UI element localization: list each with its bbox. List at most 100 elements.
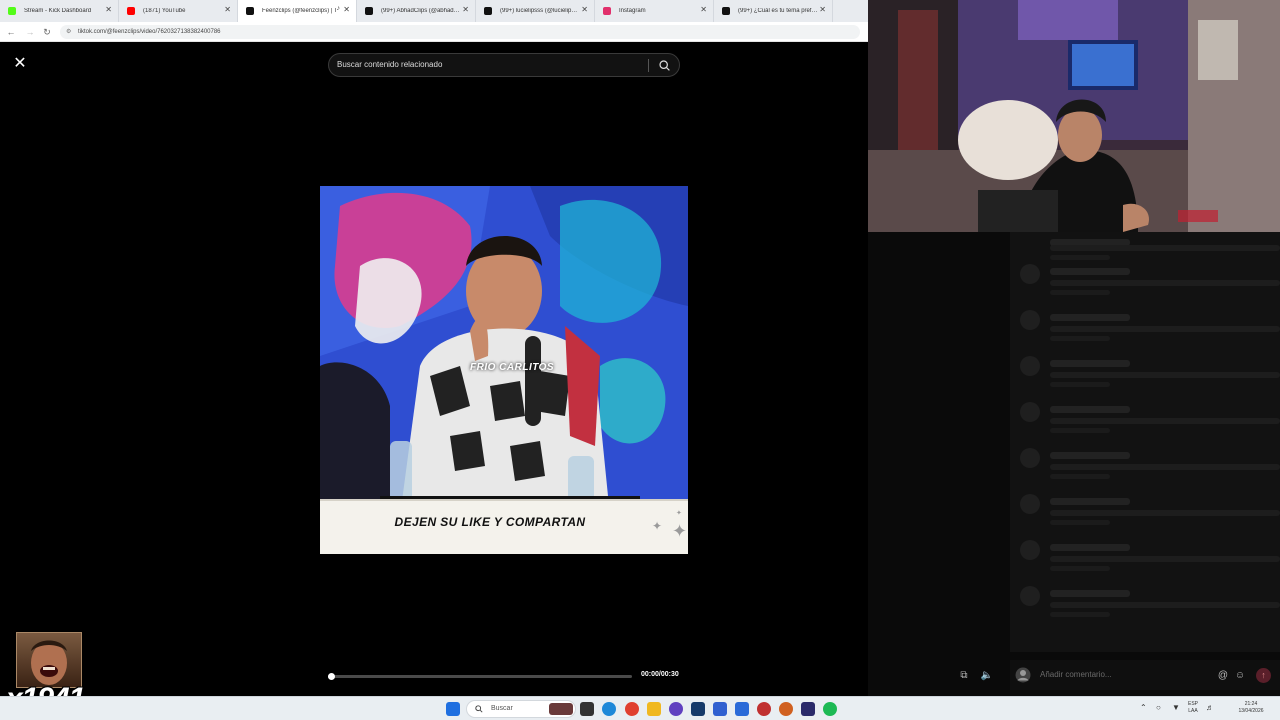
comment-skeleton <box>1020 540 1280 576</box>
browser-tab[interactable]: (99+) AbhadClips (@abhadclip ✕ <box>357 0 476 22</box>
taskbar-search[interactable]: Buscar <box>466 700 576 718</box>
search-icon[interactable] <box>658 59 671 72</box>
skeleton-line <box>1050 498 1130 505</box>
tab-close-icon[interactable]: ✕ <box>581 5 588 14</box>
skeleton-line <box>1050 245 1280 251</box>
avatar-placeholder <box>1020 402 1040 422</box>
post-comment-button[interactable]: ↑ <box>1256 668 1271 683</box>
windows-taskbar: Buscar ⌃ ○ ▼ ESP LAA ♬ 21:24 13/04/2026 <box>0 696 1280 720</box>
skeleton-line <box>1050 474 1110 479</box>
skeleton-line <box>1050 510 1280 516</box>
url-field[interactable]: ⚙ tiktok.com/@feenzclips/video/762032713… <box>60 25 860 39</box>
avatar-placeholder <box>1020 310 1040 330</box>
tab-close-icon[interactable]: ✕ <box>343 5 350 14</box>
video-progress-bar[interactable] <box>328 673 632 680</box>
reload-icon[interactable]: ↻ <box>41 26 53 38</box>
skeleton-line <box>1050 255 1110 260</box>
tab-close-icon[interactable]: ✕ <box>224 5 231 14</box>
skeleton-line <box>1050 428 1110 433</box>
comments-panel <box>1010 232 1280 652</box>
edge-icon[interactable] <box>602 702 616 716</box>
skeleton-line <box>1050 520 1110 525</box>
store-icon[interactable] <box>713 702 727 716</box>
site-info-icon[interactable]: ⚙ <box>66 28 74 36</box>
taskbar-search-label: Buscar <box>491 705 513 712</box>
forward-icon[interactable]: → <box>24 26 36 38</box>
webcam-overlay <box>868 0 1280 232</box>
tray-chevron-icon[interactable]: ⌃ <box>1140 704 1147 712</box>
obs-icon[interactable] <box>801 702 815 716</box>
emote-sticker <box>16 632 82 688</box>
screen: Stream - Kick Dashboard ✕ (1871) YouTube ✕ F… <box>0 0 1280 720</box>
browser-tab[interactable]: Stream - Kick Dashboard ✕ <box>0 0 119 22</box>
volume-icon[interactable]: 🔈 <box>979 668 995 684</box>
network-icon[interactable]: ○ <box>1156 704 1161 712</box>
windows-start-icon[interactable] <box>446 702 460 716</box>
picture-in-picture-icon[interactable]: ⧉ <box>956 668 972 684</box>
tab-label: Feenzclips (@feenzclips) | T <box>262 8 338 14</box>
tab-close-icon[interactable]: ✕ <box>700 5 707 14</box>
comment-skeleton <box>1020 310 1280 346</box>
browser-tab[interactable]: Instagram ✕ <box>595 0 714 22</box>
tab-audio-icon[interactable]: ♪ <box>337 5 341 12</box>
skeleton-line <box>1050 326 1280 332</box>
clock[interactable]: 21:24 13/04/2026 <box>1236 701 1266 715</box>
tab-close-icon[interactable]: ✕ <box>462 5 469 14</box>
skeleton-line <box>1050 452 1130 459</box>
browser-tab[interactable]: (1871) YouTube ✕ <box>119 0 238 22</box>
skeleton-line <box>1050 612 1110 617</box>
close-icon[interactable]: ✕ <box>10 54 30 74</box>
tiktok-icon <box>365 7 373 15</box>
skeleton-line <box>1050 406 1130 413</box>
video-player[interactable]: FRIO CARLITOS DEJEN SU LIKE Y COMPARTAN … <box>320 186 688 554</box>
skeleton-line <box>1050 336 1110 341</box>
speaker-icon[interactable]: ♬ <box>1206 704 1214 712</box>
tab-label: Stream - Kick Dashboard <box>24 8 92 14</box>
skeleton-line <box>1050 418 1280 424</box>
clock-time: 21:24 <box>1244 701 1258 707</box>
skeleton-line <box>1050 280 1280 286</box>
language-indicator[interactable]: ESP LAA <box>1186 701 1200 715</box>
language-label: ESP <box>1187 701 1198 707</box>
file-explorer-icon[interactable] <box>647 702 661 716</box>
skeleton-line <box>1050 602 1280 608</box>
sparkle-icon: ✦ <box>672 521 688 541</box>
mention-icon[interactable]: @ <box>1215 668 1231 684</box>
search-input[interactable]: Buscar contenido relacionado <box>328 53 680 77</box>
video-caption-name: FRIO CARLITOS <box>470 362 555 373</box>
tiktok-icon <box>722 7 730 15</box>
tab-close-icon[interactable]: ✕ <box>819 5 826 14</box>
sparkle-icon: ✦ <box>676 510 682 517</box>
banner-text: DEJEN SU LIKE Y COMPARTAN <box>394 515 586 529</box>
tiktok-icon <box>484 7 492 15</box>
task-view-icon[interactable] <box>580 702 594 716</box>
video-timecode: 00:00/00:30 <box>641 671 679 678</box>
skeleton-line <box>1050 372 1280 378</box>
skeleton-line <box>1050 268 1130 275</box>
search-divider <box>648 59 649 72</box>
wifi-icon[interactable]: ▼ <box>1172 704 1180 712</box>
browser-tab[interactable]: (99+) lucielipsss (@lucielipsss) ✕ <box>476 0 595 22</box>
tab-label: (1871) YouTube <box>143 8 186 14</box>
calculator-icon[interactable] <box>735 702 749 716</box>
spotify-icon[interactable] <box>823 702 837 716</box>
avatar-placeholder <box>1020 586 1040 606</box>
app-icon[interactable] <box>779 702 793 716</box>
address-bar: ← → ↻ ⚙ tiktok.com/@feenzclips/video/762… <box>0 22 868 42</box>
back-icon[interactable]: ← <box>5 26 17 38</box>
discord-icon[interactable] <box>669 702 683 716</box>
browser-tab[interactable]: Feenzclips (@feenzclips) | T ✕ ♪ <box>238 0 357 22</box>
app-icon[interactable] <box>757 702 771 716</box>
comment-skeleton <box>1020 448 1280 484</box>
emoji-icon[interactable]: ☺ <box>1232 668 1248 684</box>
tab-label: (99+) lucielipsss (@lucielipsss) <box>500 8 580 14</box>
comment-skeleton <box>1020 494 1280 530</box>
progress-handle[interactable] <box>328 673 336 680</box>
steam-icon[interactable] <box>691 702 705 716</box>
instagram-icon <box>603 7 611 15</box>
tab-close-icon[interactable]: ✕ <box>105 5 112 14</box>
clock-date: 13/04/2026 <box>1238 708 1264 714</box>
kick-icon <box>8 7 16 15</box>
chrome-icon[interactable] <box>625 702 639 716</box>
browser-tab[interactable]: (99+) ¿Cuál es tu tema preferid ✕ <box>714 0 833 22</box>
